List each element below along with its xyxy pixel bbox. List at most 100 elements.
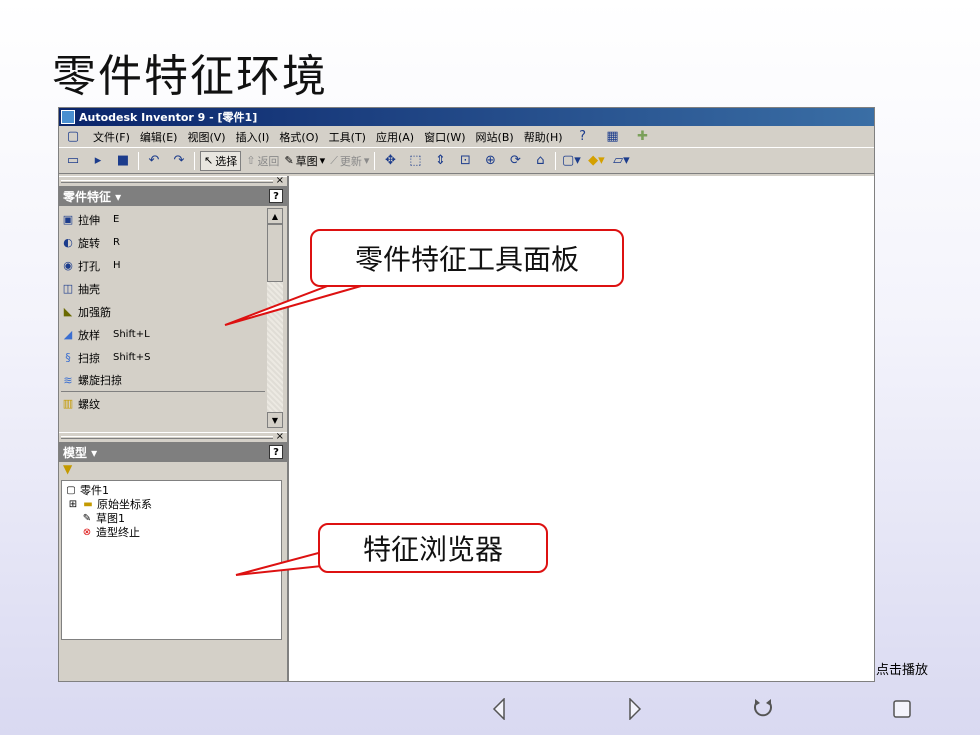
menu-web[interactable]: 网站(B): [476, 129, 514, 145]
separator: [194, 151, 195, 170]
callout-feature-tools: 零件特征工具面板: [310, 229, 624, 287]
zoom-window-icon[interactable]: ⬚: [405, 151, 425, 171]
slide-title: 零件特征环境: [52, 51, 328, 102]
rib-icon: ◣: [63, 305, 73, 318]
tree-node-origin[interactable]: ⊞ ▬ 原始坐标系: [65, 497, 278, 511]
return-arrow-icon: ⇧: [246, 154, 256, 167]
pan-icon[interactable]: ✥: [380, 151, 400, 171]
ground-shadow-icon[interactable]: ▱▾: [611, 151, 631, 171]
feature-panel-header[interactable]: 零件特征 ▾ ?: [59, 186, 287, 206]
scroll-up-icon[interactable]: ▲: [267, 208, 283, 224]
play-hint[interactable]: 点击播放: [876, 659, 928, 678]
model-panel-header[interactable]: 模型 ▾ ?: [59, 442, 287, 462]
thread-icon: ▥: [62, 397, 74, 410]
feature-loft[interactable]: ◢ 放样 Shift+L: [61, 323, 265, 346]
tree-node-part[interactable]: ▢ 零件1: [65, 483, 278, 497]
filter-icon[interactable]: ▼: [63, 462, 72, 476]
feature-browser: ▢ 零件1 ⊞ ▬ 原始坐标系 ✎ 草图1 ⊗ 造型终止: [61, 480, 282, 640]
feature-label: 扫掠: [78, 351, 100, 365]
window-title: Autodesk Inventor 9 - [零件1]: [79, 111, 258, 124]
camera-icon[interactable]: ◆▾: [586, 151, 606, 171]
save-icon[interactable]: ■: [113, 151, 133, 171]
feature-thread[interactable]: ▥ 螺纹: [61, 392, 265, 415]
undo-icon[interactable]: ↶: [144, 151, 164, 171]
feature-shortcut: E: [113, 214, 120, 225]
folder-icon: ▬: [83, 498, 93, 510]
hole-icon: ◉: [63, 259, 73, 272]
return-button[interactable]: ⇧ 返回: [246, 153, 279, 169]
feature-sweep[interactable]: § 扫掠 Shift+S: [61, 346, 265, 369]
sketch-button[interactable]: ✎ 草图 ▾: [284, 153, 325, 169]
help-icon[interactable]: ?: [269, 189, 283, 203]
feature-shortcut: Shift+L: [113, 329, 150, 340]
tree-node-sketch[interactable]: ✎ 草图1: [65, 511, 278, 525]
look-at-icon[interactable]: ⌂: [530, 151, 550, 171]
scroll-thumb[interactable]: [267, 224, 283, 282]
rotate-icon[interactable]: ⟳: [505, 151, 525, 171]
prev-slide-icon[interactable]: [487, 697, 511, 721]
plus-icon[interactable]: ✚: [633, 127, 653, 147]
close-icon[interactable]: ×: [276, 431, 284, 442]
zoom-icon[interactable]: ⇕: [430, 151, 450, 171]
inventor-window: Autodesk Inventor 9 - [零件1] ▢ 文件(F) 编辑(E…: [58, 107, 875, 682]
separator: [374, 151, 376, 170]
open-folder-icon[interactable]: ▸: [88, 151, 108, 171]
feature-shortcut: Shift+S: [113, 352, 151, 363]
feature-revolve[interactable]: ◐ 旋转 R: [61, 231, 265, 254]
update-button[interactable]: ⟋ 更新 ▾: [330, 153, 369, 169]
redo-icon[interactable]: ↷: [169, 151, 189, 171]
scroll-down-icon[interactable]: ▼: [267, 412, 283, 428]
part-icon[interactable]: ▢: [63, 127, 83, 147]
feature-coil[interactable]: ≋ 螺旋扫掠: [61, 369, 265, 392]
tree-node-end-of-part[interactable]: ⊗ 造型终止: [65, 525, 278, 539]
panel-grip[interactable]: ×: [59, 431, 287, 442]
expand-icon[interactable]: ⊞: [67, 498, 79, 510]
replay-icon[interactable]: [751, 697, 775, 721]
chevron-down-icon: ▾: [363, 154, 370, 167]
feature-label: 旋转: [78, 236, 100, 250]
new-file-icon[interactable]: ▭: [63, 151, 83, 171]
menu-insert[interactable]: 插入(I): [236, 129, 270, 145]
feature-rib[interactable]: ◣ 加强筋: [61, 300, 265, 323]
help-icon[interactable]: ?: [573, 127, 593, 147]
sketch-icon: ✎: [82, 512, 92, 524]
next-slide-icon[interactable]: [623, 697, 647, 721]
close-icon[interactable]: ×: [276, 175, 284, 186]
part-icon: ▢: [66, 484, 76, 496]
feature-shell[interactable]: ◫ 抽壳: [61, 277, 265, 300]
return-label: 返回: [257, 154, 280, 168]
feature-shortcut: H: [113, 260, 121, 271]
menu-format[interactable]: 格式(O): [279, 129, 318, 145]
stop-icon[interactable]: [890, 697, 914, 721]
help-icon[interactable]: ?: [269, 445, 283, 459]
feature-extrude[interactable]: ▣ 拉伸 E: [61, 208, 265, 231]
chevron-down-icon: ▾: [319, 154, 326, 167]
zoom-selected-icon[interactable]: ⊡: [455, 151, 475, 171]
display-mode-icon[interactable]: ▢▾: [561, 151, 581, 171]
menu-apps[interactable]: 应用(A): [376, 129, 414, 145]
left-panel: × 零件特征 ▾ ? ▣ 拉伸 E ◐ 旋转 R ◉ 打孔 H ◫ 抽壳 ◣ 加…: [59, 175, 287, 681]
menu-help[interactable]: 帮助(H): [524, 129, 563, 145]
grip-line: [61, 180, 273, 183]
menu-edit[interactable]: 编辑(E): [140, 129, 178, 145]
select-label: 选择: [215, 154, 238, 168]
feature-label: 抽壳: [78, 282, 100, 296]
menu-file[interactable]: 文件(F): [93, 129, 130, 145]
cursor-icon: ↖: [204, 154, 214, 167]
menu-tools[interactable]: 工具(T): [329, 129, 366, 145]
color-icon[interactable]: ▦: [603, 127, 623, 147]
extrude-icon: ▣: [62, 213, 74, 226]
select-button[interactable]: ↖ 选择: [200, 150, 242, 171]
feature-label: 加强筋: [78, 305, 111, 319]
menu-window[interactable]: 窗口(W): [424, 129, 465, 145]
panel-grip[interactable]: ×: [59, 175, 287, 186]
magnify-icon[interactable]: ⊕: [480, 151, 500, 171]
menu-view[interactable]: 视图(V): [187, 129, 225, 145]
end-of-part-icon: ⊗: [82, 526, 92, 538]
sketch-label: 草图: [295, 154, 318, 168]
grip-line: [61, 436, 273, 439]
update-label: 更新: [339, 154, 362, 168]
feature-hole[interactable]: ◉ 打孔 H: [61, 254, 265, 277]
feature-panel-title: 零件特征 ▾: [63, 189, 122, 204]
feature-scrollbar[interactable]: ▲ ▼: [267, 208, 283, 428]
